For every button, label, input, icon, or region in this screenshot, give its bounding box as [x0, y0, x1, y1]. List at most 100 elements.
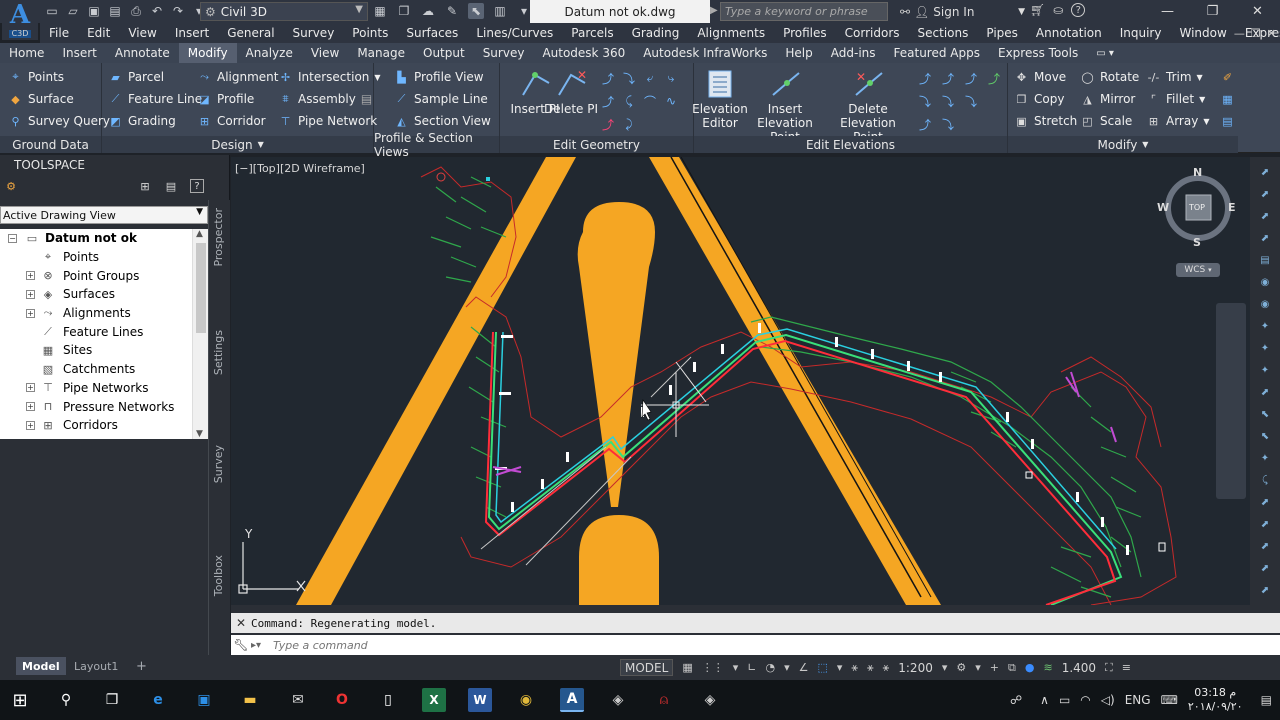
tab-modify[interactable]: Modify: [178, 43, 237, 63]
elevation-tool-2-icon[interactable]: ⤴: [937, 67, 959, 89]
file-explorer-icon[interactable]: ▬: [238, 688, 262, 712]
surface-button[interactable]: ◆ Surface: [8, 89, 73, 109]
alignment-button[interactable]: ⤳ Alignment: [197, 67, 278, 87]
expand-icon[interactable]: +: [26, 308, 35, 318]
plus-icon[interactable]: +: [990, 661, 999, 674]
tab-output[interactable]: Output: [414, 43, 474, 63]
panel-title-edit-elevations[interactable]: Edit Elevations: [694, 136, 1007, 153]
tool-strip-icon-8[interactable]: ✦: [1258, 319, 1272, 333]
annotation-visibility-icon[interactable]: ⚹: [851, 661, 858, 675]
excel-icon[interactable]: X: [422, 688, 446, 712]
profile-view-button[interactable]: ▙ Profile View: [394, 67, 483, 87]
elevation-tool-4-icon[interactable]: ⤴: [983, 67, 1005, 89]
trim-button[interactable]: -/- Trim ▼: [1146, 67, 1203, 87]
tab-prospector[interactable]: Prospector: [212, 208, 225, 267]
view-cube[interactable]: N S E W TOP: [1157, 165, 1236, 249]
menu-survey[interactable]: Survey: [284, 26, 344, 40]
array-button[interactable]: ⊞ Array ▼: [1146, 111, 1210, 131]
menu-window[interactable]: Window: [1170, 26, 1235, 40]
tab-survey[interactable]: Survey: [212, 445, 225, 483]
geometry-tool-2-icon[interactable]: ⤵: [619, 67, 639, 89]
menu-grading[interactable]: Grading: [623, 26, 689, 40]
tab-add-ins[interactable]: Add-ins: [822, 43, 885, 63]
maximize-icon[interactable]: ❐: [1190, 0, 1235, 23]
polar-icon[interactable]: ◔: [765, 661, 775, 674]
scroll-down-icon[interactable]: ▼: [196, 429, 203, 439]
profile-button[interactable]: ◪ Profile: [197, 89, 254, 109]
menu-lines-curves[interactable]: Lines/Curves: [467, 26, 562, 40]
menu-general[interactable]: General: [218, 26, 283, 40]
clean-screen-icon[interactable]: ⛶: [1105, 661, 1113, 675]
drawing-viewport[interactable]: [−][Top][2D Wireframe] Y: [231, 157, 1250, 605]
tab-home[interactable]: Home: [0, 43, 53, 63]
menu-pipes[interactable]: Pipes: [977, 26, 1027, 40]
doc-restore-icon[interactable]: ❐: [1251, 27, 1261, 40]
elevation-tool-3-icon[interactable]: ⤴: [960, 67, 982, 89]
tool-strip-icon-16[interactable]: ⬈: [1258, 495, 1272, 509]
menu-edit[interactable]: Edit: [78, 26, 119, 40]
view-select[interactable]: Active Drawing View ▼: [0, 206, 208, 224]
elevation-value[interactable]: 1.400: [1062, 661, 1096, 675]
navigation-bar[interactable]: [1216, 303, 1246, 499]
tool-strip-icon-9[interactable]: ✦: [1258, 341, 1272, 355]
chevron-down-icon[interactable]: ▾: [837, 661, 843, 674]
toolspace-settings-icon[interactable]: ⚙: [4, 179, 18, 193]
section-view-button[interactable]: ◭ Section View: [394, 111, 491, 131]
tab-insert[interactable]: Insert: [53, 43, 105, 63]
app-icon-2[interactable]: ◈: [698, 688, 722, 712]
geometry-tool-10-icon[interactable]: ⤸: [619, 113, 639, 135]
geometry-tool-1-icon[interactable]: ⤴: [598, 67, 618, 89]
customize-icon[interactable]: 🔧︎: [231, 638, 251, 652]
viewport-controls-label[interactable]: [−][Top][2D Wireframe]: [235, 162, 365, 175]
pipe-network-button[interactable]: ⊤ Pipe Network: [278, 111, 378, 131]
parcel-button[interactable]: ▰ Parcel: [108, 67, 164, 87]
tab-survey[interactable]: Survey: [474, 43, 534, 63]
erase-button[interactable]: ✐: [1220, 67, 1235, 87]
prompt-icon[interactable]: ▸▾: [251, 640, 273, 651]
wifi-icon[interactable]: ◠: [1080, 693, 1090, 707]
word-icon[interactable]: W: [468, 688, 492, 712]
tree-item-pipe-networks[interactable]: + ⊤ Pipe Networks: [0, 379, 208, 398]
minimize-icon[interactable]: —: [1145, 0, 1190, 23]
tab-featured-apps[interactable]: Featured Apps: [885, 43, 989, 63]
tool-strip-icon-7[interactable]: ◉: [1258, 297, 1272, 311]
chevron-up-icon[interactable]: ∧: [1040, 693, 1049, 707]
chevron-down-icon[interactable]: ▾: [975, 661, 981, 674]
geometry-tool-3-icon[interactable]: ⤶: [640, 67, 660, 89]
tree-item-feature-lines[interactable]: ⟋ Feature Lines: [0, 322, 208, 341]
volume-icon[interactable]: ◁): [1101, 693, 1115, 707]
tree-item-point-groups[interactable]: + ⊗ Point Groups: [0, 266, 208, 285]
tool-strip-icon-12[interactable]: ⬉: [1258, 407, 1272, 421]
assembly-button[interactable]: ⩨ Assembly ▤: [278, 89, 372, 109]
menu-sections[interactable]: Sections: [909, 26, 978, 40]
cart-icon[interactable]: 🛒︎: [1030, 3, 1045, 17]
cloud-icon[interactable]: ☁: [420, 3, 436, 19]
panel-title-design[interactable]: Design ▼: [102, 136, 373, 153]
tool-strip-icon-1[interactable]: ⬈: [1258, 165, 1272, 179]
ortho-icon[interactable]: ∟: [747, 661, 756, 674]
plot-icon[interactable]: ▦: [372, 3, 388, 19]
chevron-down-icon[interactable]: ▾: [942, 661, 948, 674]
copy-button[interactable]: ❐ Copy: [1014, 89, 1065, 109]
insert-elevation-point-button[interactable]: Insert Elevation Point: [746, 69, 824, 144]
explode-button[interactable]: ▦: [1220, 89, 1235, 109]
elevation-tool-8-icon[interactable]: ⤴: [914, 113, 936, 135]
menu-surfaces[interactable]: Surfaces: [397, 26, 467, 40]
customize-status-icon[interactable]: ≡: [1122, 661, 1131, 674]
task-view-icon[interactable]: ❐: [100, 688, 124, 712]
a360-icon[interactable]: ⛀: [1053, 3, 1063, 17]
select-icon[interactable]: ⬉: [468, 3, 484, 19]
notifications-icon[interactable]: ▤: [1261, 693, 1272, 707]
workspace-switcher[interactable]: ⚙ Civil 3D ▼: [200, 2, 368, 21]
elevation-icon[interactable]: ≋: [1043, 661, 1052, 674]
corridor-button[interactable]: ⊞ Corridor: [197, 111, 266, 131]
collapse-icon[interactable]: −: [8, 233, 17, 243]
elevation-tool-5-icon[interactable]: ⤵: [914, 90, 936, 112]
print-icon[interactable]: ⎙: [128, 3, 144, 19]
annotation-scale-icon[interactable]: ⚹: [883, 661, 890, 675]
geometry-tool-5-icon[interactable]: ⤴: [598, 90, 618, 112]
doc-minimize-icon[interactable]: —: [1234, 27, 1245, 40]
expand-icon[interactable]: +: [26, 383, 35, 393]
elevation-tool-1-icon[interactable]: ⤴: [914, 67, 936, 89]
geometry-tool-8-icon[interactable]: ∿: [661, 90, 681, 112]
